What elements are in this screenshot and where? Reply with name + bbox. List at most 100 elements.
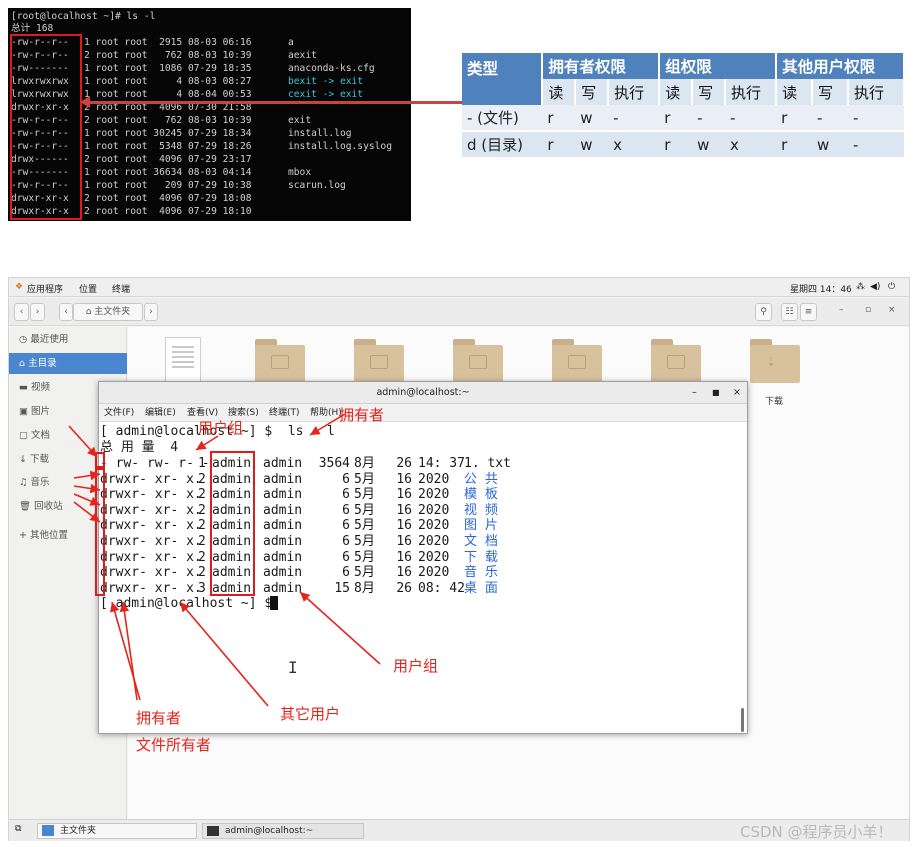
folder-icon[interactable] (255, 339, 305, 383)
file-name: cexit -> exit (288, 89, 364, 100)
file-meta: 1 root root 209 07-29 10:38 (84, 180, 252, 191)
clock[interactable]: 星期四 14：46 (790, 282, 852, 295)
permission-cell: - (812, 105, 848, 132)
top-panel: ❖ 应用程序 位置 终端 星期四 14：46 ⁂ ◀) ⏻ (9, 278, 909, 297)
permission-column-highlight (10, 34, 82, 220)
permission-cell: x (608, 131, 660, 157)
terminal-menu-item[interactable]: 终端(T) (269, 404, 300, 422)
terminal-body[interactable]: [ admin@localhost ~] $ ls - l 总 用 量 4 - … (99, 422, 747, 734)
permission-cell: r (659, 105, 693, 132)
file-name: aexit (288, 50, 317, 61)
back-button[interactable]: ‹ (14, 303, 29, 321)
terminal-menu-item[interactable]: 编辑(E) (145, 404, 176, 422)
path-label: 主文件夹 (94, 307, 131, 317)
terminal-menu-item[interactable]: 帮助(H) (310, 404, 342, 422)
text-file-icon[interactable] (165, 337, 201, 383)
file-name: 音 乐 (464, 565, 498, 581)
minimize-button[interactable]: – (839, 305, 844, 315)
path-home-button[interactable]: ⌂ 主文件夹 (73, 303, 143, 321)
prompt-line: [ admin@localhost ~] $ (100, 596, 273, 611)
month: 5月 (354, 487, 375, 503)
file-name: bexit -> exit (288, 76, 364, 87)
day: 16 (396, 487, 412, 503)
permission-cell: r (659, 131, 693, 157)
places-menu[interactable]: 位置 (79, 282, 97, 295)
group-name: admin (263, 580, 303, 596)
folder-icon[interactable] (453, 339, 503, 383)
folder-icon[interactable] (552, 339, 602, 383)
sub-header-cell: 读 (776, 79, 814, 105)
network-icon[interactable]: ⁂ (856, 282, 865, 292)
apps-menu[interactable]: 应用程序 (27, 282, 63, 295)
month: 5月 (354, 518, 375, 534)
file-size: 6 (342, 518, 350, 534)
group-name: admin (263, 549, 303, 565)
close-button[interactable]: × (888, 305, 896, 315)
terminal-titlebar[interactable]: admin@localhost:~ – ■ × (99, 382, 747, 404)
group-name: admin (263, 487, 303, 503)
folder-app-icon (42, 825, 54, 836)
show-desktop-icon[interactable]: ⧉ (15, 824, 21, 834)
permission-string: drwxr- xr- x. (100, 534, 202, 549)
music-icon: ♫ (19, 477, 31, 488)
header-owner: 拥有者权限 (542, 53, 661, 79)
file-meta: 1 root root 2915 08-03 06:16 (84, 37, 252, 48)
terminal-menu-item[interactable]: 文件(F) (104, 404, 134, 422)
sidebar-item-recent[interactable]: ◷ 最近使用 (9, 329, 127, 350)
documents-icon: ▢ (19, 430, 31, 441)
annotation-owner-top: 拥有者 (339, 406, 385, 424)
sidebar-item-label: 下载 (29, 454, 49, 465)
day: 16 (396, 518, 412, 534)
recent-icon: ◷ (19, 334, 31, 345)
link-count: 2 (198, 487, 206, 503)
header-group: 组权限 (659, 53, 778, 79)
terminal-close-button[interactable]: × (733, 382, 741, 404)
ibeam-cursor-icon: I (288, 658, 298, 677)
terminal-maximize-button[interactable]: ■ (712, 382, 720, 404)
file-name: scarun.log (288, 180, 346, 191)
taskbar-item-terminal[interactable]: admin@localhost:~ (202, 823, 364, 839)
sub-header-cell: 执行 (724, 79, 778, 105)
maximize-button[interactable]: ▫ (865, 305, 871, 315)
group-name: admin (263, 502, 303, 518)
power-icon[interactable]: ⏻ (888, 282, 895, 292)
terminal-minimize-button[interactable]: – (692, 382, 697, 404)
path-right-button[interactable]: › (144, 303, 158, 321)
file-meta: 1 root root 5348 07-29 18:26 (84, 141, 252, 152)
day: 26 (396, 456, 412, 471)
permission-cell: r (776, 105, 813, 132)
sub-header-cell: 写 (575, 79, 610, 105)
hamburger-icon: ≡ (804, 307, 813, 317)
forward-button[interactable]: › (30, 303, 45, 321)
time: 2020 (418, 487, 450, 503)
search-button[interactable]: ⚲ (755, 303, 772, 321)
volume-icon[interactable]: ◀) (870, 282, 880, 292)
folder-icon[interactable] (651, 339, 701, 383)
permission-cell: - (692, 105, 725, 132)
file-size: 3564 (318, 456, 350, 471)
taskbar-item-files[interactable]: 主文件夹 (37, 823, 197, 839)
link-count: 1 (198, 456, 206, 471)
sub-header-cell: 执行 (847, 79, 906, 105)
annotation-others: 其它用户 (280, 705, 341, 723)
file-name: a (288, 37, 294, 48)
permission-string: drwxr- xr- x. (100, 502, 202, 518)
file-meta: 1 root root 4 08-04 00:53 (84, 89, 252, 100)
downloads-folder-icon[interactable]: ⇣ (750, 339, 800, 383)
taskbar-files-label: 主文件夹 (60, 826, 97, 836)
view-options-button[interactable]: ☷ (781, 303, 798, 321)
sidebar-item-home[interactable]: ⌂ 主目录 (9, 353, 127, 374)
terminal-menu[interactable]: 终端 (112, 282, 130, 295)
file-meta: 2 root root 4096 07-29 18:10 (84, 206, 252, 217)
path-left-button[interactable]: ‹ (59, 303, 73, 321)
sidebar-item-label: 文档 (31, 430, 51, 441)
permission-cell: w (575, 131, 609, 157)
menu-button[interactable]: ≡ (800, 303, 817, 321)
trash-icon: 🗑 (19, 501, 35, 512)
pointer-arrow-line (86, 101, 462, 104)
time: 2020 (418, 502, 450, 518)
file-name: 视 频 (464, 502, 498, 518)
file-name: 模 板 (464, 487, 498, 503)
folder-icon[interactable] (354, 339, 404, 383)
scrollbar[interactable] (741, 708, 744, 732)
